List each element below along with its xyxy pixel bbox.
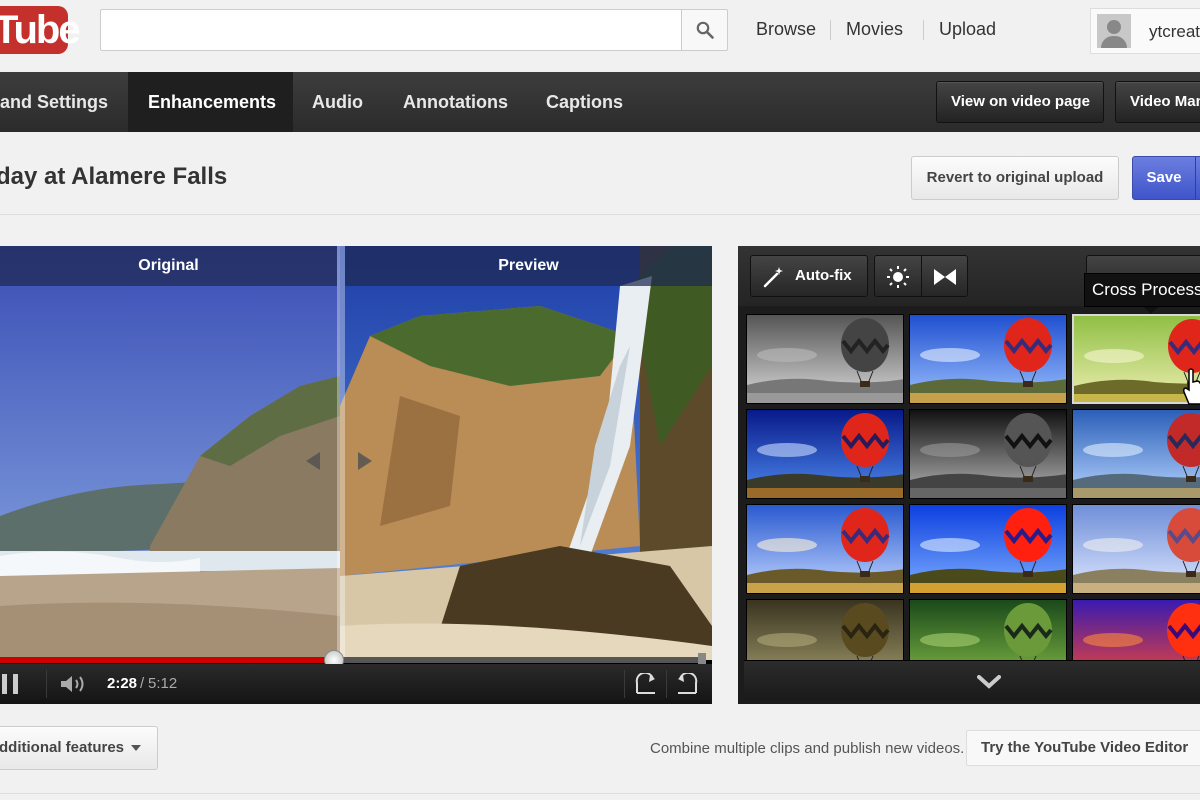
filter-thumbnail-cool[interactable]: [1072, 409, 1200, 499]
filter-thumbnail-vivid[interactable]: [909, 314, 1067, 404]
nav-upload[interactable]: Upload: [939, 19, 996, 40]
filter-thumbnail-faded[interactable]: [1072, 504, 1200, 594]
caret-down-icon: [131, 745, 141, 751]
save-button[interactable]: Save ▾: [1132, 156, 1200, 200]
filter-thumbnail-saturated[interactable]: [909, 504, 1067, 594]
divider: [0, 214, 1200, 215]
rotate-left-icon[interactable]: [633, 673, 657, 695]
volume-icon[interactable]: [60, 674, 88, 694]
split-right-arrow-icon: [358, 452, 372, 470]
video-player[interactable]: Original Preview 2:28 / 5:12: [0, 246, 712, 704]
split-left-arrow-icon: [306, 452, 320, 470]
tab-captions[interactable]: Captions: [526, 72, 643, 132]
view-on-video-page-button[interactable]: View on video page: [936, 81, 1104, 123]
hand-cursor-icon: [1183, 368, 1200, 405]
original-video-frame: [0, 246, 340, 660]
additional-features-button[interactable]: dditional features: [0, 726, 158, 770]
nav-divider: [830, 20, 831, 40]
player-controls: 2:28 / 5:12: [0, 664, 712, 704]
search-icon: [696, 21, 714, 39]
magic-wand-icon: [763, 267, 783, 288]
preview-label: Preview: [345, 246, 712, 286]
preview-video-frame: [340, 246, 712, 660]
filter-tooltip: Cross Process: [1084, 273, 1200, 307]
autofix-label: Auto-fix: [795, 267, 852, 284]
additional-features-label: dditional features: [0, 739, 125, 756]
nav-divider: [923, 20, 924, 40]
total-time: 5:12: [148, 675, 178, 692]
editor-tab-bar: and Settings Enhancements Audio Annotati…: [0, 72, 1200, 132]
contrast-icon[interactable]: [933, 268, 957, 286]
save-divider: [1195, 157, 1196, 199]
revert-to-original-button[interactable]: Revert to original upload: [911, 156, 1119, 200]
progress-bar[interactable]: [0, 650, 704, 670]
nav-movies[interactable]: Movies: [846, 19, 903, 40]
save-label: Save: [1146, 169, 1182, 186]
try-video-editor-button[interactable]: Try the YouTube Video Editor: [966, 730, 1200, 766]
tab-annotations[interactable]: Annotations: [383, 72, 528, 132]
chevron-down-icon[interactable]: [977, 675, 1001, 689]
autofix-button[interactable]: Auto-fix: [750, 255, 868, 297]
tab-audio[interactable]: Audio: [292, 72, 383, 132]
account-menu[interactable]: ytcreat: [1090, 8, 1200, 54]
brightness-icon[interactable]: [887, 266, 909, 288]
tab-enhancements[interactable]: Enhancements: [128, 72, 293, 132]
controls-divider: [666, 670, 667, 698]
avatar: [1097, 14, 1131, 48]
masthead: Tube Browse Movies Upload ytcreat: [0, 0, 1200, 72]
more-filters-bar[interactable]: [744, 660, 1200, 700]
controls-divider: [624, 670, 625, 698]
combine-clips-text: Combine multiple clips and publish new v…: [650, 740, 965, 757]
search-button[interactable]: [681, 9, 728, 51]
filter-thumbnail-warm[interactable]: [746, 504, 904, 594]
pause-icon[interactable]: [2, 674, 20, 694]
video-manager-button[interactable]: Video Man: [1115, 81, 1200, 123]
tooltip-pointer: [1144, 307, 1158, 314]
rotate-right-icon[interactable]: [676, 673, 700, 695]
filter-thumbnail-cross-process[interactable]: [1072, 314, 1200, 404]
tab-info-and-settings[interactable]: and Settings: [0, 72, 128, 132]
filter-thumbnail-deep-blue[interactable]: [746, 409, 904, 499]
youtube-logo[interactable]: Tube: [0, 6, 81, 54]
filters-panel: Auto-fix Cross Process: [738, 246, 1200, 704]
search-input[interactable]: [100, 9, 682, 51]
nav-browse[interactable]: Browse: [756, 19, 816, 40]
light-contrast-buttons: [874, 255, 968, 297]
account-name: ytcreat: [1149, 22, 1200, 41]
video-title: day at Alamere Falls: [0, 163, 228, 190]
current-time: 2:28: [107, 675, 138, 692]
time-separator: /: [140, 675, 145, 692]
button-divider: [921, 256, 922, 296]
filter-thumbnail-black-and-white[interactable]: [746, 314, 904, 404]
progress-played: [0, 657, 334, 663]
filter-thumbnail-dark-mono[interactable]: [909, 409, 1067, 499]
comparison-split-handle[interactable]: [337, 246, 345, 660]
divider: [0, 793, 1200, 794]
controls-divider: [46, 670, 47, 698]
original-label: Original: [0, 246, 337, 286]
